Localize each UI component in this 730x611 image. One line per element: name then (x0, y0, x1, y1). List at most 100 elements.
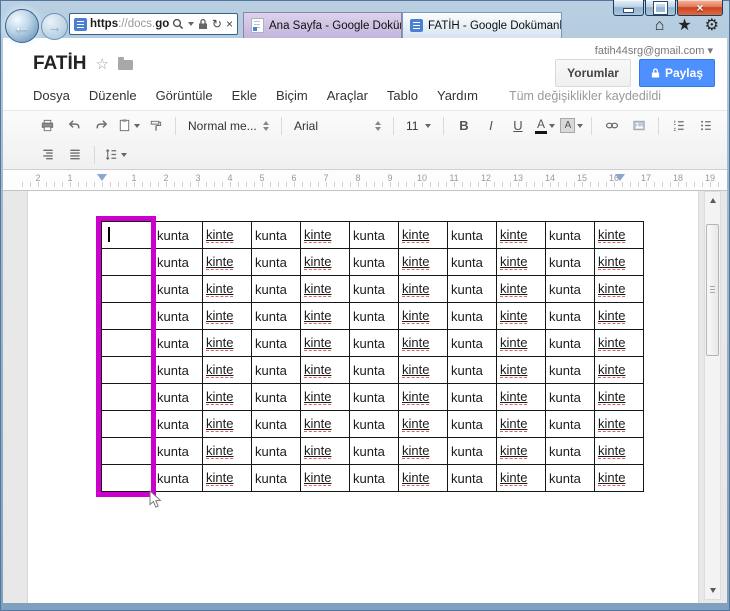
table-cell-r5-c8[interactable]: kinte (496, 356, 546, 384)
table-cell-r1-c1[interactable]: kunta (153, 248, 203, 276)
menu-item-0[interactable]: Dosya (33, 88, 70, 103)
table-cell-r4-c7[interactable]: kunta (447, 329, 497, 357)
address-bar[interactable]: https://docs.goo... ↻ × (69, 13, 238, 35)
home-icon[interactable]: ⌂ (655, 18, 665, 34)
table-cell-r9-c8[interactable]: kinte (496, 464, 546, 492)
table-cell-r3-c3[interactable]: kunta (251, 302, 301, 330)
paragraph-style-select[interactable]: Normal me... (183, 119, 274, 133)
table-cell-r2-c2[interactable]: kinte (202, 275, 252, 303)
underline-button[interactable]: U (505, 114, 530, 138)
table-cell-r6-c1[interactable]: kunta (153, 383, 203, 411)
table-cell-r8-c10[interactable]: kinte (594, 437, 644, 465)
table-cell-r1-c10[interactable]: kinte (594, 248, 644, 276)
table-cell-r0-c8[interactable]: kinte (496, 221, 546, 249)
table-cell-r4-c1[interactable]: kunta (153, 329, 203, 357)
table-cell-r7-c7[interactable]: kunta (447, 410, 497, 438)
table-cell-r3-c5[interactable]: kunta (349, 302, 399, 330)
table-cell-r6-c3[interactable]: kunta (251, 383, 301, 411)
table-cell-r2-c0[interactable] (101, 275, 154, 303)
table-cell-r0-c10[interactable]: kinte (594, 221, 644, 249)
align-right-button[interactable] (35, 143, 60, 167)
table-cell-r8-c2[interactable]: kinte (202, 437, 252, 465)
table-cell-r5-c10[interactable]: kinte (594, 356, 644, 384)
settings-gear-icon[interactable]: ⚙ (705, 18, 719, 34)
numbered-list-button[interactable] (666, 114, 691, 138)
table-cell-r3-c8[interactable]: kinte (496, 302, 546, 330)
document-page[interactable]: kunta kinte kunta kinte kunta kinte kunta kinte… (27, 191, 699, 603)
table-cell-r4-c8[interactable]: kinte (496, 329, 546, 357)
table-cell-r2-c7[interactable]: kunta (447, 275, 497, 303)
table-cell-r2-c6[interactable]: kinte (398, 275, 448, 303)
table-cell-r2-c5[interactable]: kunta (349, 275, 399, 303)
table-cell-r4-c0[interactable] (101, 329, 154, 357)
table-cell-r8-c8[interactable]: kinte (496, 437, 546, 465)
table-cell-r8-c5[interactable]: kunta (349, 437, 399, 465)
tab-fatih[interactable]: FATİH - Google Dokümanlar × (402, 12, 562, 38)
table-cell-r1-c6[interactable]: kinte (398, 248, 448, 276)
table-cell-r6-c6[interactable]: kinte (398, 383, 448, 411)
right-margin-marker-icon[interactable] (615, 174, 625, 181)
account-menu[interactable]: fatih44srg@gmail.com ▾ (595, 44, 713, 57)
table-cell-r8-c3[interactable]: kunta (251, 437, 301, 465)
table-cell-r0-c2[interactable]: kinte (202, 221, 252, 249)
table-cell-r1-c8[interactable]: kinte (496, 248, 546, 276)
print-button[interactable] (35, 114, 60, 138)
table-cell-r7-c3[interactable]: kunta (251, 410, 301, 438)
table-cell-r9-c6[interactable]: kinte (398, 464, 448, 492)
forward-button[interactable]: → (41, 13, 68, 40)
table-cell-r4-c5[interactable]: kunta (349, 329, 399, 357)
scroll-up-button[interactable] (705, 193, 720, 208)
table-cell-r0-c5[interactable]: kunta (349, 221, 399, 249)
table-cell-r2-c3[interactable]: kunta (251, 275, 301, 303)
table-cell-r1-c4[interactable]: kinte (300, 248, 350, 276)
table-cell-r3-c10[interactable]: kinte (594, 302, 644, 330)
table-cell-r8-c6[interactable]: kinte (398, 437, 448, 465)
table-cell-r3-c2[interactable]: kinte (202, 302, 252, 330)
paste-button[interactable] (116, 114, 141, 138)
ruler[interactable]: 2 1 1 2 3 4 5 6 7 8 9 10 11 12 13 14 15 16 17 18 19 (3, 170, 727, 191)
table-cell-r8-c9[interactable]: kunta (545, 437, 595, 465)
redo-button[interactable] (89, 114, 114, 138)
justify-button[interactable] (62, 143, 87, 167)
table-cell-r0-c9[interactable]: kunta (545, 221, 595, 249)
comments-button[interactable]: Yorumlar (555, 59, 631, 87)
table-cell-r9-c9[interactable]: kunta (545, 464, 595, 492)
share-button[interactable]: Paylaş (638, 59, 715, 87)
back-button[interactable]: ← (5, 9, 39, 43)
font-family-select[interactable]: Arial (289, 119, 386, 133)
menu-item-1[interactable]: Düzenle (89, 88, 137, 103)
table-cell-r2-c10[interactable]: kinte (594, 275, 644, 303)
table-cell-r9-c2[interactable]: kinte (202, 464, 252, 492)
table-cell-r9-c5[interactable]: kunta (349, 464, 399, 492)
star-document-icon[interactable]: ☆ (95, 55, 108, 73)
table-cell-r6-c4[interactable]: kinte (300, 383, 350, 411)
close-window-button[interactable]: × (677, 0, 723, 16)
table-cell-r7-c5[interactable]: kunta (349, 410, 399, 438)
table-cell-r4-c4[interactable]: kinte (300, 329, 350, 357)
table-cell-r7-c8[interactable]: kinte (496, 410, 546, 438)
table-cell-r0-c1[interactable]: kunta (153, 221, 203, 249)
insert-image-button[interactable] (626, 114, 651, 138)
table-cell-r6-c10[interactable]: kinte (594, 383, 644, 411)
font-size-select[interactable]: 11 (401, 119, 436, 133)
tab-ana-sayfa[interactable]: Ana Sayfa - Google Dokümanlar (243, 12, 402, 38)
table-cell-r4-c6[interactable]: kinte (398, 329, 448, 357)
table-cell-r5-c3[interactable]: kunta (251, 356, 301, 384)
table-cell-r5-c4[interactable]: kinte (300, 356, 350, 384)
table-cell-r2-c8[interactable]: kinte (496, 275, 546, 303)
minimize-button[interactable] (613, 0, 644, 16)
folder-icon[interactable] (117, 57, 133, 70)
table-cell-r3-c0[interactable] (101, 302, 154, 330)
search-dropdown-icon[interactable] (187, 22, 194, 26)
scrollbar-thumb[interactable] (706, 224, 719, 356)
document-title[interactable]: FATİH (33, 53, 86, 75)
maximize-button[interactable] (645, 0, 676, 16)
menu-item-6[interactable]: Tablo (387, 88, 418, 103)
table-cell-r5-c7[interactable]: kunta (447, 356, 497, 384)
table-cell-r3-c4[interactable]: kinte (300, 302, 350, 330)
table-cell-r5-c6[interactable]: kinte (398, 356, 448, 384)
table-cell-r6-c9[interactable]: kunta (545, 383, 595, 411)
table-cell-r0-c7[interactable]: kunta (447, 221, 497, 249)
table-cell-r6-c2[interactable]: kinte (202, 383, 252, 411)
table-cell-r4-c2[interactable]: kinte (202, 329, 252, 357)
